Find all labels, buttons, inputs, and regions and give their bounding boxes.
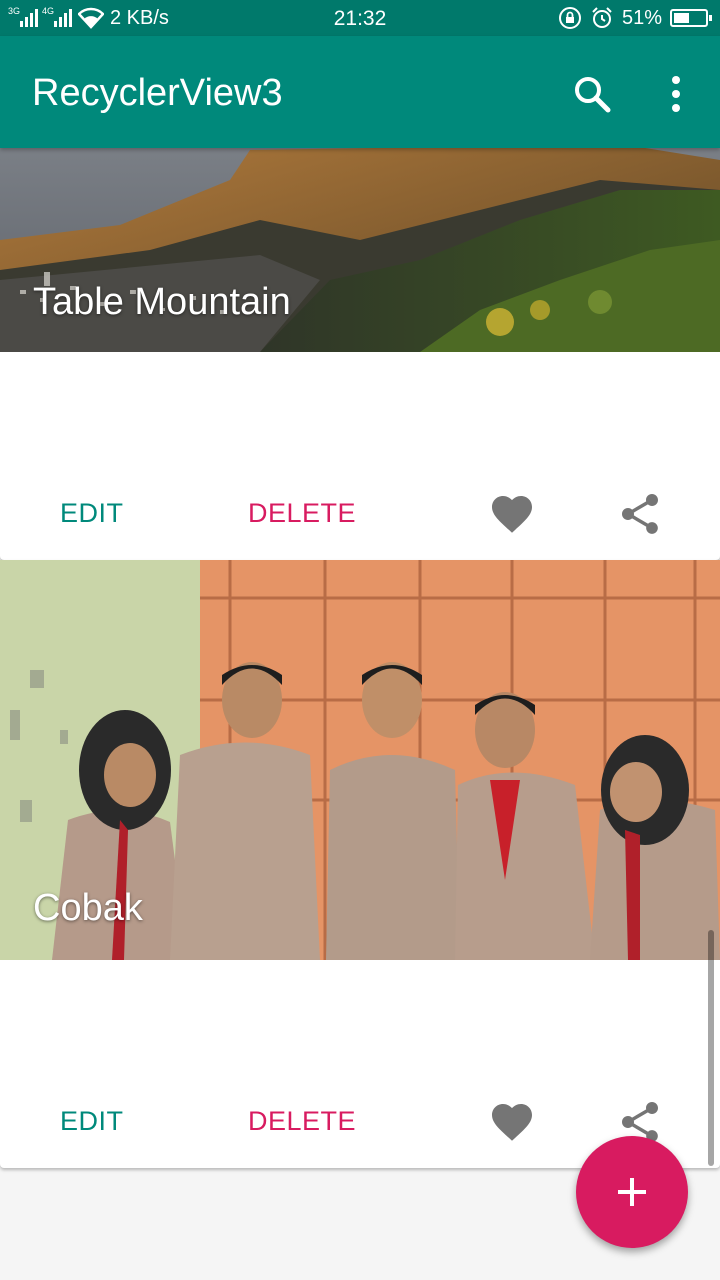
battery-icon — [670, 9, 712, 27]
battery-fill — [674, 13, 690, 23]
add-icon — [618, 1178, 646, 1206]
card-title: Table Mountain — [33, 281, 291, 323]
card-cobak: Cobak EDIT DELETE — [0, 560, 720, 1168]
delete-button[interactable]: DELETE — [248, 1106, 356, 1137]
add-fab-button[interactable] — [576, 1136, 688, 1248]
search-icon[interactable] — [568, 70, 616, 118]
share-icon[interactable] — [616, 490, 664, 538]
more-vert-icon[interactable] — [652, 70, 700, 118]
battery-percent: 51% — [621, 6, 662, 29]
card-image: Cobak — [0, 560, 720, 960]
app-title: RecyclerView3 — [32, 72, 283, 114]
scrollbar[interactable] — [708, 930, 714, 1166]
edit-button[interactable]: EDIT — [60, 1106, 124, 1137]
edit-button[interactable]: EDIT — [60, 498, 124, 529]
status-right: 51% — [558, 0, 712, 36]
delete-button[interactable]: DELETE — [248, 498, 356, 529]
card-actions: EDIT DELETE — [0, 460, 720, 560]
favorite-icon[interactable] — [488, 1098, 536, 1146]
alarm-icon — [592, 7, 612, 28]
favorite-icon[interactable] — [488, 490, 536, 538]
lock-rotation-icon — [558, 7, 581, 29]
card-title: Cobak — [33, 887, 143, 929]
app-bar: RecyclerView3 — [0, 36, 720, 148]
status-bar: 3G 4G 2 KB/s 21:32 51% — [0, 0, 720, 36]
